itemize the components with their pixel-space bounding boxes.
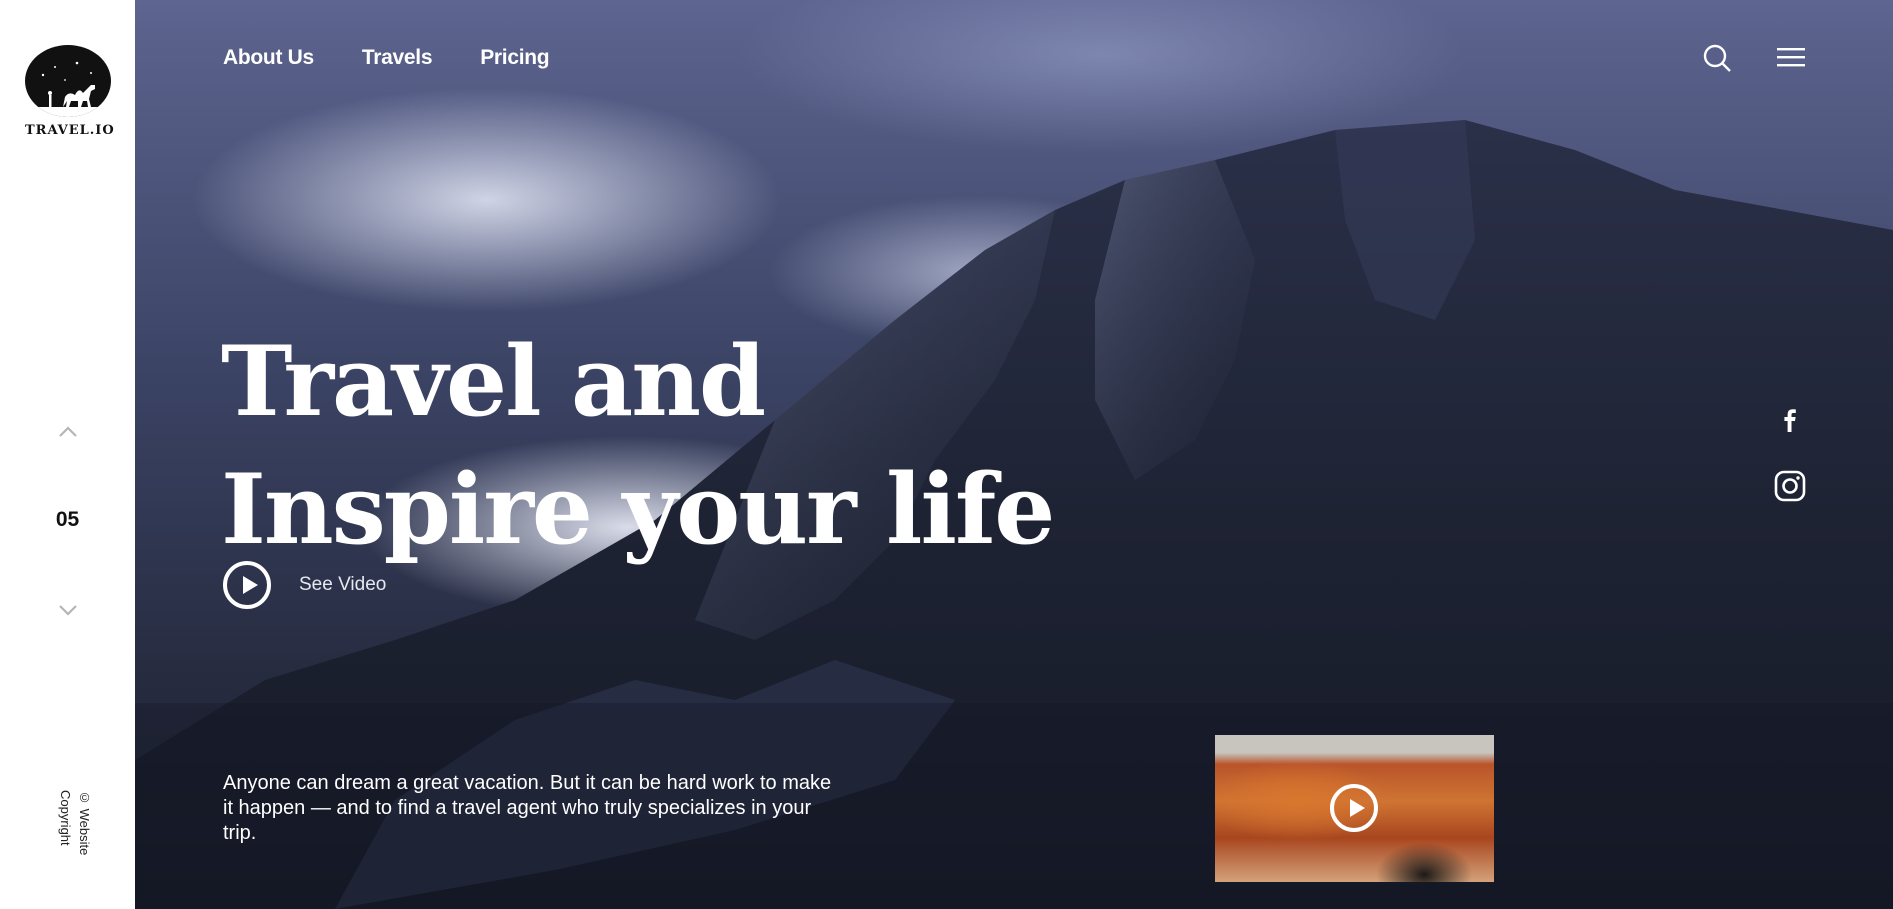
facebook-icon[interactable] bbox=[1778, 406, 1802, 434]
play-icon bbox=[223, 561, 271, 609]
instagram-icon[interactable] bbox=[1774, 470, 1806, 502]
see-video-button[interactable]: See Video bbox=[223, 561, 386, 609]
copyright-text: © Website Copyright bbox=[58, 790, 92, 856]
left-sidebar: TRAVEL.IO 05 © Website Copyright bbox=[0, 0, 135, 909]
brand-logo[interactable]: TRAVEL.IO bbox=[25, 45, 115, 138]
nav-travels[interactable]: Travels bbox=[362, 46, 433, 70]
top-navigation: About Us Travels Pricing bbox=[223, 46, 550, 70]
chevron-up-icon[interactable] bbox=[56, 422, 80, 442]
hamburger-menu-icon[interactable] bbox=[1777, 45, 1805, 69]
thumbnail-play-icon bbox=[1330, 784, 1378, 832]
video-thumbnail[interactable] bbox=[1215, 735, 1494, 882]
brand-name: TRAVEL.IO bbox=[25, 123, 115, 138]
chevron-down-icon[interactable] bbox=[56, 600, 80, 620]
camel-night-logo-icon bbox=[25, 45, 111, 117]
see-video-label: See Video bbox=[299, 574, 387, 595]
hero-description: Anyone can dream a great vacation. But i… bbox=[223, 772, 832, 844]
headline-line-2: Inspire your life bbox=[221, 453, 1055, 566]
nav-pricing[interactable]: Pricing bbox=[480, 46, 549, 70]
slide-counter: 05 bbox=[55, 508, 80, 531]
search-icon[interactable] bbox=[1702, 43, 1732, 73]
nav-about-us[interactable]: About Us bbox=[223, 46, 314, 70]
hero-headline: Travel and Inspire your life bbox=[221, 318, 1055, 574]
headline-line-1: Travel and bbox=[221, 325, 766, 438]
hero-section: About Us Travels Pricing Travel and Insp… bbox=[135, 0, 1893, 909]
